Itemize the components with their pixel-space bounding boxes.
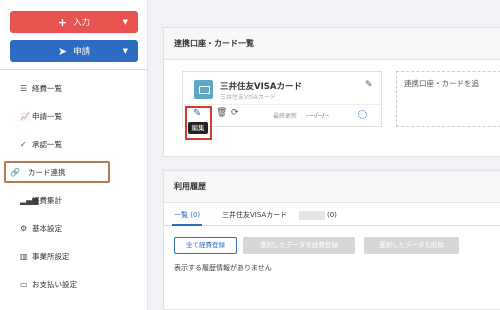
edit-icon[interactable]: ✎ [193,108,201,119]
sidebar-item-label: カード連携 [28,167,66,177]
sidebar-item-label: 承認一覧 [32,139,62,149]
last-updated-value: ----/--/-- [306,111,330,119]
sidebar-item-basic-settings[interactable]: ⚙ 基本設定 [10,217,138,239]
empty-message: 表示する履歴情報がありません [174,264,272,272]
sidebar-item-label: 基本設定 [32,223,62,233]
sidebar-item-expenses[interactable]: ☰ 経費一覧 [10,77,138,99]
add-account-area[interactable]: 連携口座・カードを追 [396,71,500,127]
tab-all[interactable]: 一覧 (0) [172,204,203,226]
list-icon: ☰ [20,83,28,93]
sidebar-item-label: 事業所設定 [32,251,70,261]
history-title: 利用履歴 [164,171,500,203]
input-button[interactable]: + 入力 ▼ [10,11,138,33]
pencil-icon[interactable]: ✎ [365,80,373,90]
register-all-button[interactable]: 全て経費登録 [174,237,237,254]
sidebar-divider [0,69,148,70]
app-window: + 入力 ▼ ➤ 申請 ▼ ☰ 経費一覧 📈 申請一覧 ✓ 承認一覧 🔗 カード… [0,0,500,310]
chart-icon: 📈 [20,111,30,121]
credit-card-icon: ▭ [20,279,28,289]
history-tabs: 一覧 (0) 三井住友VISAカード (0) [164,204,500,226]
chevron-down-icon: ▼ [122,18,128,26]
plus-icon: + [57,15,68,29]
edit-highlight: ✎ 編集 [185,106,212,140]
sidebar-item-summary[interactable]: ▂▄▆ 経費集計 [10,189,138,211]
chevron-down-icon: ▼ [122,47,128,55]
sidebar-item-label: お支払い設定 [32,279,77,289]
linked-accounts-title: 連携口座・カード一覧 [164,28,500,60]
sidebar-item-applications[interactable]: 📈 申請一覧 [10,105,138,127]
link-icon: 🔗 [10,167,20,177]
loading-spinner-icon [358,110,367,119]
sidebar-item-label: 経費集計 [32,195,62,205]
building-icon: ▥ [20,251,28,261]
tab-card[interactable]: 三井住友VISAカード [222,204,287,226]
register-selected-button[interactable]: 選択したデータを経費登録 [243,237,355,254]
sidebar-item-card-link[interactable]: 🔗 カード連携 [4,161,110,183]
sidebar-item-label: 経費一覧 [32,83,62,93]
gear-icon: ⚙ [20,223,28,233]
sidebar-item-label: 申請一覧 [32,111,62,121]
sidebar: + 入力 ▼ ➤ 申請 ▼ ☰ 経費一覧 📈 申請一覧 ✓ 承認一覧 🔗 カード… [0,0,148,310]
sidebar-item-approvals[interactable]: ✓ 承認一覧 [10,133,138,155]
card-item: 三井住友VISAカード 三井住友VISAカード ✎ ✎ 編集 🗑 ⟳ 最終更新 … [182,71,382,140]
redacted-text [299,211,325,220]
card-name: 三井住友VISAカード [220,82,302,92]
apply-button-label: 申請 [73,47,91,57]
linked-accounts-panel: 連携口座・カード一覧 三井住友VISAカード 三井住友VISAカード ✎ ✎ 編… [163,27,500,157]
input-button-label: 入力 [73,18,91,28]
trash-icon[interactable]: 🗑 [216,108,227,118]
card-divider [183,104,381,105]
sidebar-item-payment-settings[interactable]: ▭ お支払い設定 [10,273,138,295]
check-circle-icon: ✓ [20,139,27,149]
apply-button[interactable]: ➤ 申請 ▼ [10,40,138,62]
delete-selected-button[interactable]: 選択したデータを削除 [364,237,459,254]
card-subtitle: 三井住友VISAカード [220,94,276,101]
history-panel: 利用履歴 一覧 (0) 三井住友VISAカード (0) 全て経費登録 選択したデ… [163,170,500,310]
sidebar-item-office-settings[interactable]: ▥ 事業所設定 [10,245,138,267]
card-logo-icon [194,80,213,99]
send-icon: ➤ [57,44,68,58]
last-updated-label: 最終更新 [273,113,298,120]
main-content: 連携口座・カード一覧 三井住友VISAカード 三井住友VISAカード ✎ ✎ 編… [148,0,500,310]
tab-card-count: (0) [327,211,337,219]
refresh-icon[interactable]: ⟳ [231,108,239,118]
bar-signal-icon: ▂▄▆ [20,195,39,205]
edit-tooltip: 編集 [188,122,208,134]
